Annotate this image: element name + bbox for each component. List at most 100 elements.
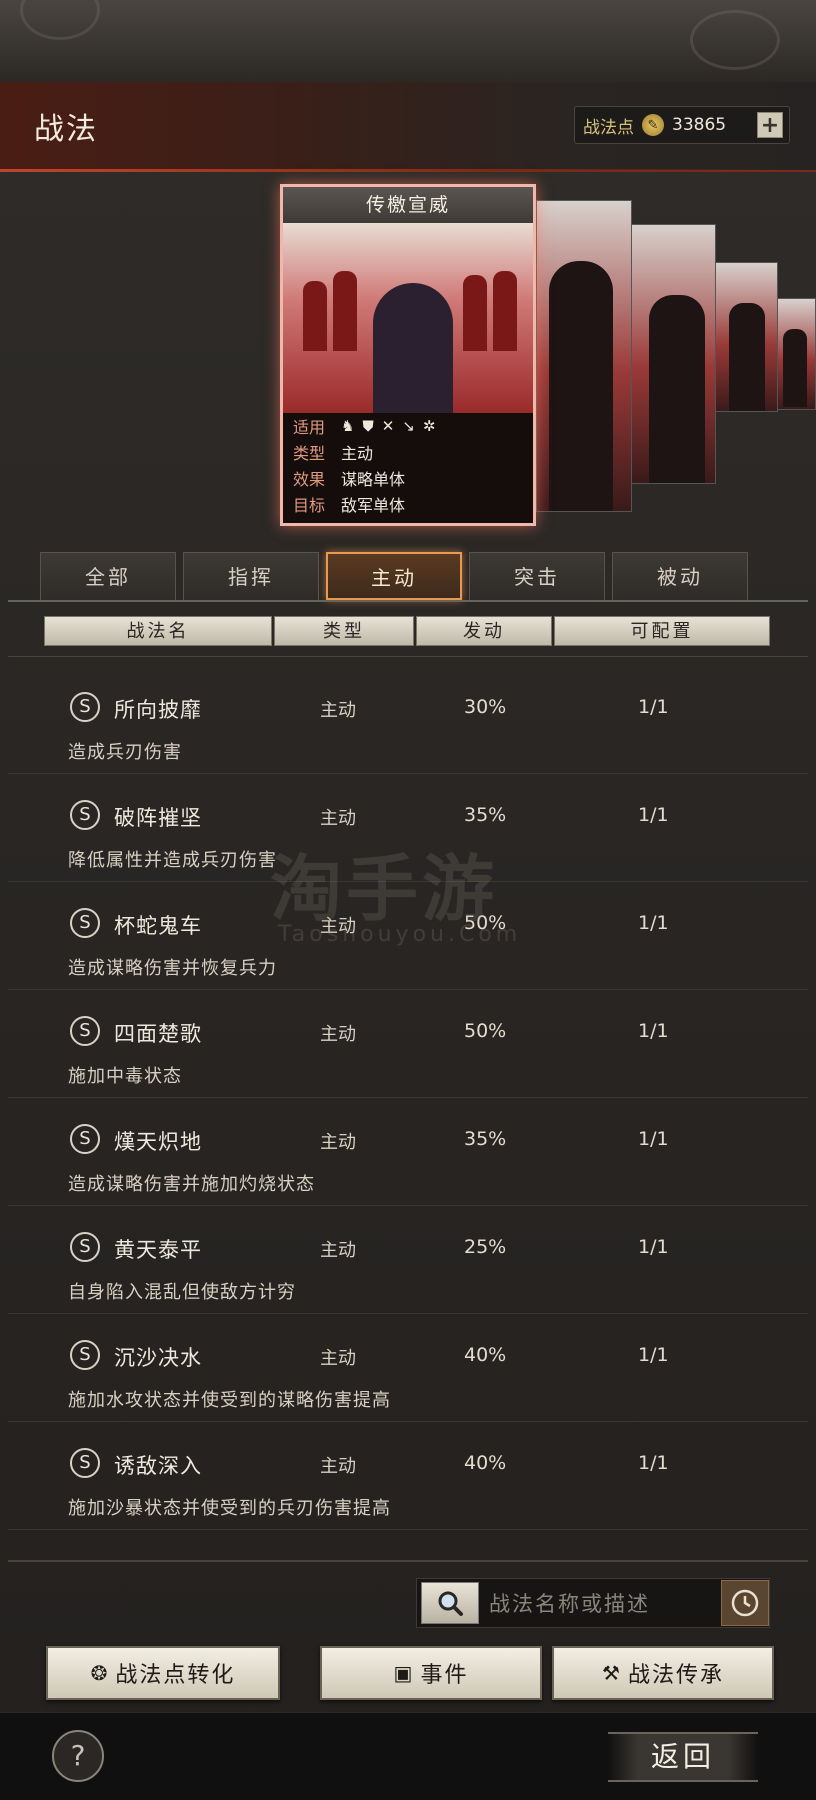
header-name[interactable]: 战法名 [44, 616, 272, 646]
tactic-row[interactable]: S 四面楚歌 主动 50% 1/1 施加中毒状态 [8, 1000, 808, 1098]
tab-passive[interactable]: 被动 [612, 552, 748, 600]
tactic-name: 沉沙决水 [114, 1346, 202, 1370]
soldier-silhouette [303, 281, 327, 351]
card-title: 传檄宣威 [283, 187, 533, 223]
info-key: 类型 [293, 444, 326, 463]
tactic-name: 四面楚歌 [114, 1022, 202, 1046]
tab-active[interactable]: 主动 [326, 552, 462, 600]
tactic-rate: 35% [464, 1128, 507, 1150]
add-points-button[interactable]: + [757, 112, 783, 138]
grade-badge: S [70, 1124, 100, 1154]
cavalry-icon: ♞ [341, 417, 363, 435]
inherit-label: 战法传承 [627, 1663, 724, 1688]
inherit-button[interactable]: ⚒ 战法传承 [552, 1646, 774, 1700]
grade-badge: S [70, 800, 100, 830]
card-info-row: 目标 敌军单体 [283, 491, 533, 517]
page-header: 战法 战法点 ✎ 33865 + [0, 82, 816, 173]
header-trigger[interactable]: 发动 [416, 616, 552, 646]
tactic-points-label: 战法点 [583, 117, 634, 138]
tactic-row[interactable]: S 黄天泰平 主动 25% 1/1 自身陷入混乱但使敌方计穷 [8, 1216, 808, 1314]
grade-badge: S [70, 1016, 100, 1046]
tactic-card-thumb[interactable] [536, 200, 632, 512]
grade-badge: S [70, 1340, 100, 1370]
cloud-ornament [690, 10, 780, 70]
card-info-row: 效果 谋略单体 [283, 465, 533, 491]
header-configurable[interactable]: 可配置 [554, 616, 770, 646]
tactic-desc: 造成兵刃伤害 [68, 742, 182, 763]
clock-icon [731, 1589, 759, 1617]
grade-badge: S [70, 908, 100, 938]
tactic-type: 主动 [320, 808, 356, 829]
watermark-logo: 淘手游 [270, 847, 499, 931]
info-key: 效果 [293, 470, 326, 489]
figure-silhouette [549, 261, 613, 511]
info-value: 主动 [341, 444, 374, 463]
tactic-type: 主动 [320, 1024, 356, 1045]
tactic-config: 1/1 [638, 1344, 669, 1366]
tactic-name: 所向披靡 [114, 698, 202, 722]
figure-silhouette [783, 329, 807, 407]
tactic-rate: 40% [464, 1344, 507, 1366]
tab-command[interactable]: 指挥 [183, 552, 319, 600]
tactic-rate: 35% [464, 804, 507, 826]
tab-divider [8, 600, 808, 602]
tactic-row[interactable]: S 沉沙决水 主动 40% 1/1 施加水攻状态并使受到的谋略伤害提高 [8, 1324, 808, 1422]
applicable-icons: ♞⛊✕↘✲ [341, 417, 443, 435]
tactic-desc: 造成谋略伤害并施加灼烧状态 [68, 1174, 315, 1195]
shield-icon: ⛊ [362, 417, 382, 435]
coin-icon: ✎ [642, 114, 664, 136]
bow-icon: ✕ [381, 417, 403, 435]
search-button[interactable] [421, 1582, 479, 1624]
history-button[interactable] [721, 1580, 769, 1626]
back-button[interactable]: 返回 [608, 1732, 758, 1782]
tactic-type: 主动 [320, 1240, 356, 1261]
tactic-card-thumb[interactable] [626, 224, 716, 484]
search-bar: 战法名称或描述 [416, 1578, 770, 1628]
tactic-name: 诱敌深入 [114, 1454, 202, 1478]
tactic-points-value: 33865 [672, 115, 727, 135]
search-input[interactable]: 战法名称或描述 [479, 1588, 721, 1618]
tactic-row[interactable]: S 所向披靡 主动 30% 1/1 造成兵刃伤害 [8, 676, 808, 774]
tactic-rate: 25% [464, 1236, 507, 1258]
tactic-config: 1/1 [638, 804, 669, 826]
tactic-row[interactable]: S 诱敌深入 主动 40% 1/1 施加沙暴状态并使受到的兵刃伤害提高 [8, 1432, 808, 1530]
watermark-url: Taoshouyou.Com [278, 922, 522, 947]
hammer-icon: ⚒ [602, 1661, 622, 1685]
top-decor [0, 0, 816, 82]
header-divider [8, 656, 808, 657]
tactic-desc: 造成谋略伤害并恢复兵力 [68, 958, 277, 979]
tactic-desc: 施加中毒状态 [68, 1066, 182, 1087]
tab-assault[interactable]: 突击 [469, 552, 605, 600]
tactic-desc: 降低属性并造成兵刃伤害 [68, 850, 277, 871]
event-button[interactable]: ▣ 事件 [320, 1646, 542, 1700]
card-info-row: 适用 ♞⛊✕↘✲ [283, 413, 533, 439]
tactic-config: 1/1 [638, 912, 669, 934]
tactic-rate: 40% [464, 1452, 507, 1474]
tactic-config: 1/1 [638, 696, 669, 718]
tactic-rate: 50% [464, 1020, 507, 1042]
card-art [283, 223, 533, 413]
tactic-config: 1/1 [638, 1452, 669, 1474]
soldier-silhouette [493, 271, 517, 351]
tactic-card-thumb[interactable] [714, 262, 778, 412]
cloud-ornament [20, 0, 100, 40]
tactic-type: 主动 [320, 1132, 356, 1153]
info-key: 适用 [293, 418, 326, 437]
page-title: 战法 [34, 112, 98, 147]
tactic-config: 1/1 [638, 1020, 669, 1042]
tactic-config: 1/1 [638, 1236, 669, 1258]
tactic-row[interactable]: S 熯天炽地 主动 35% 1/1 造成谋略伤害并施加灼烧状态 [8, 1108, 808, 1206]
header-type[interactable]: 类型 [274, 616, 414, 646]
card-info-row: 类型 主动 [283, 439, 533, 465]
featured-tactic-card[interactable]: 传檄宣威 适用 ♞⛊✕↘✲ 类型 主动 效果 谋略单体 目标 敌军单体 [280, 184, 536, 526]
convert-points-button[interactable]: ❂ 战法点转化 [46, 1646, 280, 1700]
tab-all[interactable]: 全部 [40, 552, 176, 600]
soldier-silhouette [333, 271, 357, 351]
help-button[interactable]: ? [52, 1730, 104, 1782]
card-info: 适用 ♞⛊✕↘✲ 类型 主动 效果 谋略单体 目标 敌军单体 [283, 413, 533, 523]
tactic-config: 1/1 [638, 1128, 669, 1150]
flame-icon: ❂ [90, 1661, 110, 1685]
tactic-card-thumb[interactable] [776, 298, 816, 410]
info-value: 谋略单体 [341, 470, 406, 489]
event-label: 事件 [420, 1663, 469, 1688]
